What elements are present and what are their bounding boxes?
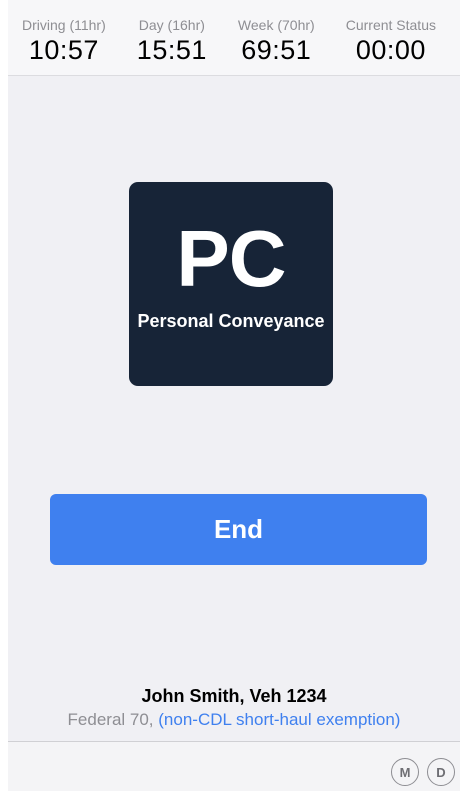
clock-week-value: 69:51 (241, 35, 312, 65)
end-button[interactable]: End (50, 494, 427, 565)
clock-day-value: 15:51 (136, 35, 207, 65)
clock-day: Day (16hr) 15:51 (137, 0, 207, 75)
duty-status-tile: PC Personal Conveyance (129, 182, 333, 386)
app-screen: Driving (11hr) 10:57 Day (16hr) 15:51 We… (8, 0, 460, 791)
clock-driving-label: Driving (11hr) (22, 17, 106, 33)
clock-week-label: Week (70hr) (237, 17, 315, 33)
clock-day-label: Day (16hr) (138, 17, 205, 33)
driver-vehicle-line: John Smith, Veh 1234 (141, 686, 327, 706)
duty-status-name: Personal Conveyance (137, 311, 325, 331)
diagnostic-indicator-button[interactable]: D (427, 758, 455, 786)
exemption-link[interactable]: (non-CDL short-haul exemption) (158, 710, 400, 729)
clock-driving-value: 10:57 (28, 35, 99, 65)
ruleset-text: Federal 70, (67, 710, 154, 729)
ruleset-line: Federal 70, (non-CDL short-haul exemptio… (8, 708, 460, 732)
driver-info: John Smith, Veh 1234 Federal 70, (non-CD… (8, 684, 460, 732)
duty-status-code: PC (176, 214, 286, 303)
footer-bar: M D (8, 741, 460, 791)
clock-week: Week (70hr) 69:51 (238, 0, 315, 75)
clock-driving: Driving (11hr) 10:57 (22, 0, 106, 75)
hos-clocks-bar: Driving (11hr) 10:57 Day (16hr) 15:51 We… (8, 0, 460, 76)
clock-current-status: Current Status 00:00 (346, 0, 436, 75)
malfunction-indicator-button[interactable]: M (391, 758, 419, 786)
clock-current-status-label: Current Status (345, 17, 436, 33)
clock-current-status-value: 00:00 (355, 35, 426, 65)
